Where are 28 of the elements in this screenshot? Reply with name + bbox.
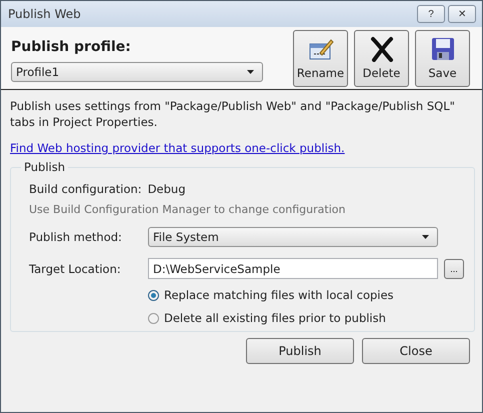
save-button[interactable]: Save — [415, 30, 470, 86]
description-text: Publish uses settings from "Package/Publish Web" and "Package/Publish SQL" tabs in Project Properties. — [10, 98, 456, 130]
hosting-link[interactable]: Find Web hosting provider that supports one-click publish. — [10, 141, 473, 155]
radio-button[interactable] — [148, 312, 159, 324]
publish-button[interactable]: Publish — [246, 338, 354, 364]
rename-button[interactable]: Rename — [293, 30, 348, 86]
build-configuration-value: Debug — [148, 182, 186, 196]
target-location-field[interactable]: D:\WebServiceSample — [148, 258, 438, 279]
publish-method-dropdown[interactable]: File System — [148, 227, 438, 247]
radio-label[interactable]: Replace matching files with local copies — [164, 288, 394, 302]
caret-icon — [422, 235, 429, 239]
hint-text: Use Build Configuration Manager to change configuration — [29, 203, 346, 216]
target-location-label: Target Location: — [29, 262, 122, 276]
delete-button[interactable]: Delete — [354, 30, 409, 86]
window-title: Publish Web — [8, 7, 81, 21]
radio-label[interactable]: Delete all existing files prior to publish — [164, 311, 386, 325]
profile-dropdown[interactable]: Profile1 — [11, 62, 263, 82]
close-dialog-button[interactable]: Close — [362, 338, 470, 364]
publish-method-label: Publish method: — [29, 230, 123, 244]
close-button[interactable]: ✕ — [448, 5, 476, 23]
delete-icon — [368, 36, 394, 62]
build-configuration-label: Build configuration: — [29, 182, 142, 196]
radio-button[interactable] — [148, 290, 159, 300]
help-button[interactable]: ? — [417, 5, 445, 23]
group-legend: Publish — [21, 160, 68, 174]
caret-icon — [247, 70, 254, 74]
browse-button[interactable]: ... — [444, 258, 464, 278]
profile-label: Publish profile: — [11, 38, 132, 54]
